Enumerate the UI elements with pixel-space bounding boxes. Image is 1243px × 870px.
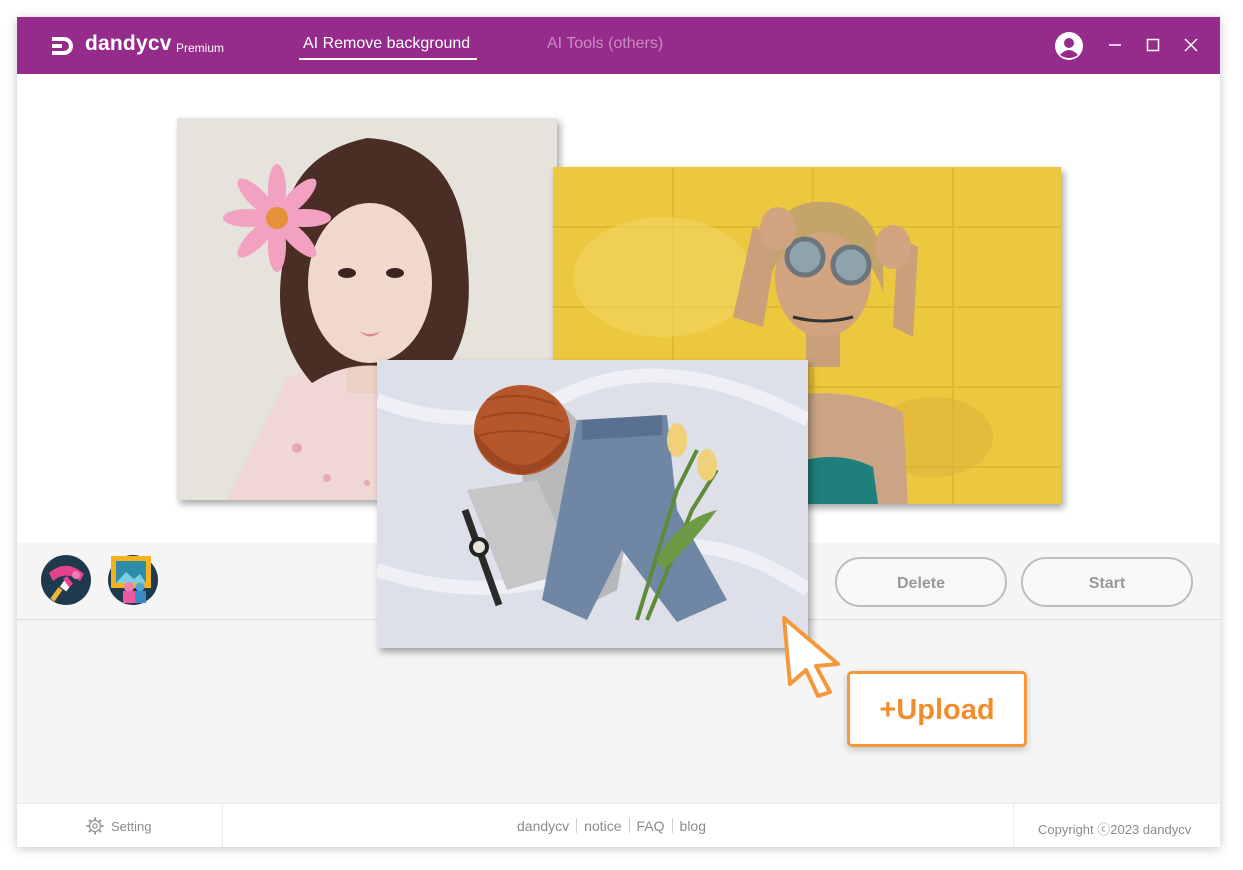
upload-button[interactable]: +Upload [847, 671, 1027, 747]
delete-button[interactable]: Delete [835, 557, 1007, 607]
sample-photo-clothes-flatlay [377, 360, 808, 648]
link-divider [671, 818, 673, 833]
tab-ai-remove-background[interactable]: AI Remove background [303, 35, 470, 53]
setting-button[interactable]: Setting [17, 804, 223, 847]
close-icon[interactable] [1181, 35, 1201, 55]
copyright-area: Copyright ⓒ2023 dandycv [1013, 804, 1220, 847]
brand-name: dandycv [85, 32, 172, 55]
brush-tool-icon[interactable] [40, 554, 92, 606]
tab-ai-tools-others[interactable]: AI Tools (others) [547, 35, 663, 53]
minimize-icon[interactable] [1105, 35, 1125, 55]
edition-label: Premium [176, 41, 225, 55]
start-button[interactable]: Start [1021, 557, 1193, 607]
user-avatar-icon[interactable] [1055, 32, 1083, 60]
footer-links: dandycv notice FAQ blog [517, 818, 706, 834]
dandycv-logo-icon[interactable] [50, 36, 74, 56]
cursor-arrow-icon [782, 616, 840, 698]
setting-label: Setting [111, 819, 152, 834]
background-image-tool-icon[interactable] [107, 554, 159, 606]
copyright-text: Copyright ⓒ2023 dandycv [1038, 822, 1192, 837]
footer-link-notice[interactable]: notice [584, 818, 621, 834]
footer-link-faq[interactable]: FAQ [637, 818, 665, 834]
footer-link-dandycv[interactable]: dandycv [517, 818, 569, 834]
link-divider [576, 818, 578, 833]
active-tab-indicator [299, 58, 477, 60]
maximize-icon[interactable] [1143, 35, 1163, 55]
footer-link-blog[interactable]: blog [680, 818, 706, 834]
link-divider [628, 818, 630, 833]
title-bar: dandycv Premium AI Remove background AI … [17, 17, 1220, 74]
gear-icon [86, 817, 104, 835]
footer: Setting dandycv notice FAQ blog Copyright ⓒ… [17, 803, 1220, 847]
